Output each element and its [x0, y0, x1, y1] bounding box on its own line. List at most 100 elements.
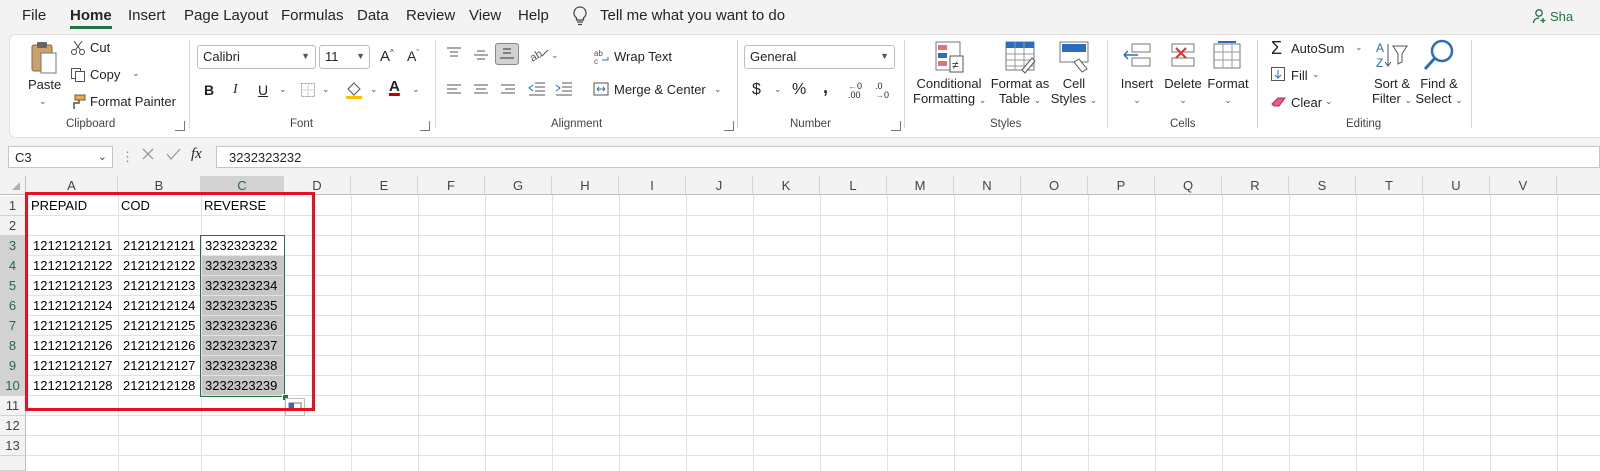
row-header-partial[interactable] — [0, 456, 26, 471]
merge-dropdown-icon[interactable]: ⌄ — [714, 84, 722, 95]
align-bottom-icon[interactable] — [495, 43, 519, 65]
row-header-2[interactable]: 2 — [0, 216, 26, 236]
decrease-decimal-button[interactable]: .0 →0 — [875, 82, 889, 100]
merge-center-button[interactable]: Merge & Center — [614, 82, 706, 97]
row-header-10[interactable]: 10 — [0, 376, 26, 396]
sort-filter-button[interactable]: Sort & Filter ⌄ — [1366, 76, 1418, 108]
menu-page-layout[interactable]: Page Layout — [184, 7, 268, 24]
wrap-text-button[interactable]: Wrap Text — [614, 49, 672, 64]
fill-dropdown-icon[interactable]: ⌄ — [1312, 69, 1320, 80]
fill-button[interactable]: Fill — [1291, 68, 1308, 83]
column-header-s[interactable]: S — [1289, 176, 1356, 195]
merge-center-icon[interactable] — [593, 82, 609, 101]
increase-decimal-button[interactable]: ←0.00 — [848, 82, 862, 100]
row-header-7[interactable]: 7 — [0, 316, 26, 336]
paste-icon[interactable] — [29, 40, 59, 81]
delete-cells-button[interactable]: Delete ⌄ — [1162, 76, 1204, 108]
clear-button[interactable]: Clear — [1291, 95, 1322, 110]
align-right-icon[interactable] — [500, 83, 516, 101]
column-header-g[interactable]: G — [485, 176, 552, 195]
increase-indent-icon[interactable] — [555, 82, 573, 101]
paste-dropdown-icon[interactable]: ⌄ — [39, 96, 47, 107]
currency-dropdown-icon[interactable]: ⌄ — [774, 84, 782, 95]
column-header-o[interactable]: O — [1021, 176, 1088, 195]
borders-dropdown-icon[interactable]: ⌄ — [322, 84, 330, 95]
column-header-u[interactable]: U — [1423, 176, 1490, 195]
format-as-table-button[interactable]: Format as Table ⌄ — [988, 76, 1052, 108]
clipboard-launcher-icon[interactable] — [175, 121, 185, 131]
column-header-l[interactable]: L — [820, 176, 887, 195]
paste-label[interactable]: Paste — [28, 77, 61, 92]
cell-styles-button[interactable]: Cell Styles ⌄ — [1048, 76, 1100, 108]
menu-formulas[interactable]: Formulas — [281, 7, 344, 24]
row-header-1[interactable]: 1 — [0, 196, 26, 216]
select-all-button[interactable] — [0, 176, 26, 195]
copy-dropdown-icon[interactable]: ⌄ — [132, 68, 140, 79]
insert-cells-button[interactable]: Insert ⌄ — [1118, 76, 1156, 108]
underline-button[interactable]: U — [258, 82, 268, 98]
share-button[interactable]: Sha — [1550, 9, 1573, 24]
format-cells-button[interactable]: Format ⌄ — [1206, 76, 1250, 108]
format-cells-icon[interactable] — [1212, 40, 1242, 77]
number-launcher-icon[interactable] — [891, 121, 901, 131]
orientation-dropdown-icon[interactable]: ⌄ — [551, 50, 559, 61]
copy-button[interactable]: Copy — [90, 67, 120, 82]
row-header-8[interactable]: 8 — [0, 336, 26, 356]
row-header-13[interactable]: 13 — [0, 436, 26, 456]
tell-me-search[interactable]: Tell me what you want to do — [600, 7, 785, 24]
column-header-n[interactable]: N — [954, 176, 1021, 195]
column-header-f[interactable]: F — [418, 176, 485, 195]
column-header-q[interactable]: Q — [1155, 176, 1222, 195]
font-name-select[interactable]: Calibri ▼ — [197, 45, 316, 69]
menu-help[interactable]: Help — [518, 7, 549, 24]
column-header-i[interactable]: I — [619, 176, 686, 195]
lightbulb-icon[interactable] — [572, 6, 588, 31]
font-color-button[interactable]: A — [389, 78, 400, 95]
row-header-6[interactable]: 6 — [0, 296, 26, 316]
column-header-t[interactable]: T — [1356, 176, 1423, 195]
enter-icon[interactable] — [166, 147, 182, 166]
column-header-j[interactable]: J — [686, 176, 753, 195]
column-header-r[interactable]: R — [1222, 176, 1289, 195]
column-header-m[interactable]: M — [887, 176, 954, 195]
row-header-9[interactable]: 9 — [0, 356, 26, 376]
clear-dropdown-icon[interactable]: ⌄ — [1325, 96, 1333, 107]
align-top-icon[interactable] — [446, 46, 462, 64]
row-header-11[interactable]: 11 — [0, 396, 26, 416]
insert-function-button[interactable]: fx — [191, 146, 202, 163]
borders-icon[interactable] — [300, 82, 316, 103]
copy-icon[interactable] — [70, 67, 86, 88]
row-header-3[interactable]: 3 — [0, 236, 26, 256]
column-header-p[interactable]: P — [1088, 176, 1155, 195]
align-left-icon[interactable] — [446, 83, 462, 101]
currency-button[interactable]: $ — [752, 81, 761, 99]
menu-review[interactable]: Review — [406, 7, 455, 24]
bold-button[interactable]: B — [204, 82, 214, 98]
format-painter-icon[interactable] — [70, 94, 86, 115]
find-select-button[interactable]: Find & Select ⌄ — [1412, 76, 1466, 108]
row-header-5[interactable]: 5 — [0, 276, 26, 296]
eraser-icon[interactable] — [1271, 95, 1287, 113]
sort-filter-icon[interactable]: AZ — [1376, 40, 1410, 77]
align-center-icon[interactable] — [473, 83, 489, 101]
fill-color-dropdown-icon[interactable]: ⌄ — [370, 84, 378, 95]
delete-cells-icon[interactable] — [1168, 40, 1198, 77]
alignment-launcher-icon[interactable] — [724, 121, 734, 131]
scissors-icon[interactable] — [70, 40, 86, 61]
menu-file[interactable]: File — [22, 7, 46, 24]
align-middle-icon[interactable] — [473, 48, 489, 66]
decrease-indent-icon[interactable] — [528, 82, 546, 101]
fill-color-icon[interactable] — [345, 80, 363, 105]
autosum-button[interactable]: AutoSum — [1291, 41, 1344, 56]
share-icon[interactable] — [1532, 8, 1548, 29]
menu-data[interactable]: Data — [357, 7, 389, 24]
font-color-dropdown-icon[interactable]: ⌄ — [412, 84, 420, 95]
row-header-4[interactable]: 4 — [0, 256, 26, 276]
search-icon[interactable] — [1422, 38, 1456, 77]
cut-button[interactable]: Cut — [90, 40, 110, 55]
menu-insert[interactable]: Insert — [128, 7, 166, 24]
wrap-text-icon[interactable]: ab c — [594, 48, 610, 69]
cancel-icon[interactable] — [141, 147, 155, 166]
formula-input[interactable]: 3232323232 — [216, 146, 1600, 168]
column-header-k[interactable]: K — [753, 176, 820, 195]
